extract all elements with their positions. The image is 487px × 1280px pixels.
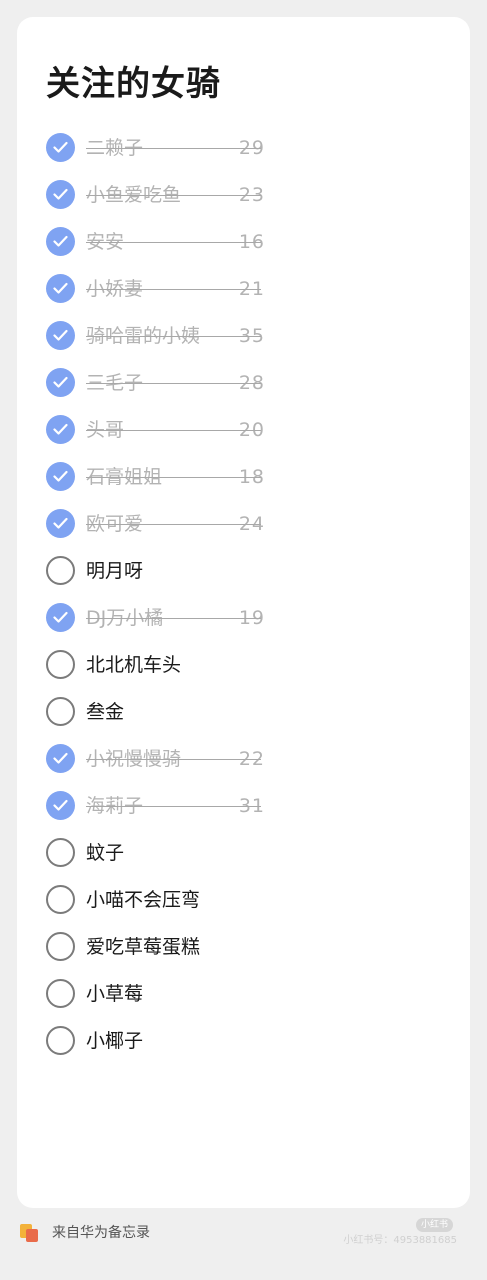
item-name: 明月呀	[86, 560, 144, 582]
item-name: 北北机车头	[86, 654, 182, 676]
checkmark-icon	[53, 470, 68, 482]
watermark-text: 小红书号：4953881685	[343, 1235, 457, 1246]
checklist-item[interactable]: 海莉子 31	[17, 784, 470, 831]
checkmark-icon	[53, 376, 68, 388]
checked-checkbox[interactable]	[46, 603, 75, 632]
unchecked-checkbox[interactable]	[46, 979, 75, 1008]
unchecked-checkbox[interactable]	[46, 650, 75, 679]
checklist-item[interactable]: 明月呀	[17, 549, 470, 596]
footer: 来自华为备忘录 小红书 小红书号：4953881685	[20, 1218, 467, 1246]
checked-checkbox[interactable]	[46, 791, 75, 820]
checked-checkbox[interactable]	[46, 744, 75, 773]
checkmark-icon	[53, 329, 68, 341]
checkmark-icon	[53, 517, 68, 529]
note-card: 关注的女骑 二赖子 29 小鱼爱吃鱼 23 安安 16 小娇妻 21 骑哈雷的小姨 35 三毛子 28…	[17, 17, 470, 1208]
checked-checkbox[interactable]	[46, 180, 75, 209]
strikethrough-line	[86, 383, 261, 384]
strikethrough-line	[86, 148, 261, 149]
checkmark-icon	[53, 799, 68, 811]
checklist-item[interactable]: 小草莓	[17, 972, 470, 1019]
item-name: 爱吃草莓蛋糕	[86, 936, 201, 958]
checklist-item[interactable]: 叁金	[17, 690, 470, 737]
checklist-item[interactable]: 小鱼爱吃鱼 23	[17, 173, 470, 220]
checkmark-icon	[53, 611, 68, 623]
item-name: 叁金	[86, 701, 125, 723]
watermark: 小红书 小红书号：4953881685	[337, 1218, 467, 1252]
item-name: 蚊子	[86, 842, 125, 864]
checkmark-icon	[53, 282, 68, 294]
checked-checkbox[interactable]	[46, 509, 75, 538]
strikethrough-line	[86, 336, 261, 337]
strikethrough-line	[86, 806, 261, 807]
strikethrough-line	[86, 242, 261, 243]
checklist-item[interactable]: DJ万小橘 19	[17, 596, 470, 643]
strikethrough-line	[86, 477, 261, 478]
item-name: 小椰子	[86, 1030, 144, 1052]
checklist-item[interactable]: 小娇妻 21	[17, 267, 470, 314]
checklist-item[interactable]: 骑哈雷的小姨 35	[17, 314, 470, 361]
checklist-item[interactable]: 安安 16	[17, 220, 470, 267]
checkmark-icon	[53, 423, 68, 435]
checked-checkbox[interactable]	[46, 368, 75, 397]
checklist-item[interactable]: 爱吃草莓蛋糕	[17, 925, 470, 972]
watermark-badge: 小红书	[415, 1218, 453, 1232]
strikethrough-line	[86, 430, 261, 431]
checked-checkbox[interactable]	[46, 274, 75, 303]
item-name: 小喵不会压弯	[86, 889, 201, 911]
source-label: 来自华为备忘录	[52, 1225, 150, 1241]
strikethrough-line	[86, 289, 261, 290]
unchecked-checkbox[interactable]	[46, 1026, 75, 1055]
checked-checkbox[interactable]	[46, 227, 75, 256]
item-name: 小草莓	[86, 983, 144, 1005]
checklist-item[interactable]: 小祝慢慢骑 22	[17, 737, 470, 784]
checklist-item[interactable]: 三毛子 28	[17, 361, 470, 408]
checklist: 二赖子 29 小鱼爱吃鱼 23 安安 16 小娇妻 21 骑哈雷的小姨 35 三毛子 28 头哥 20 石膏…	[17, 126, 470, 1066]
checklist-item[interactable]: 二赖子 29	[17, 126, 470, 173]
checked-checkbox[interactable]	[46, 133, 75, 162]
strikethrough-line	[86, 618, 261, 619]
unchecked-checkbox[interactable]	[46, 932, 75, 961]
checked-checkbox[interactable]	[46, 462, 75, 491]
checklist-item[interactable]: 北北机车头	[17, 643, 470, 690]
checklist-item[interactable]: 蚊子	[17, 831, 470, 878]
unchecked-checkbox[interactable]	[46, 838, 75, 867]
checklist-item[interactable]: 小椰子	[17, 1019, 470, 1066]
checklist-item[interactable]: 石膏姐姐 18	[17, 455, 470, 502]
strikethrough-line	[86, 759, 261, 760]
checklist-item[interactable]: 小喵不会压弯	[17, 878, 470, 925]
notepad-icon	[20, 1224, 38, 1242]
checkmark-icon	[53, 141, 68, 153]
strikethrough-line	[86, 195, 261, 196]
checkmark-icon	[53, 752, 68, 764]
unchecked-checkbox[interactable]	[46, 885, 75, 914]
unchecked-checkbox[interactable]	[46, 556, 75, 585]
checkmark-icon	[53, 188, 68, 200]
checklist-item[interactable]: 头哥 20	[17, 408, 470, 455]
checkmark-icon	[53, 235, 68, 247]
strikethrough-line	[86, 524, 261, 525]
checked-checkbox[interactable]	[46, 321, 75, 350]
checklist-item[interactable]: 欧可爱 24	[17, 502, 470, 549]
checked-checkbox[interactable]	[46, 415, 75, 444]
unchecked-checkbox[interactable]	[46, 697, 75, 726]
note-title: 关注的女骑	[46, 64, 221, 104]
